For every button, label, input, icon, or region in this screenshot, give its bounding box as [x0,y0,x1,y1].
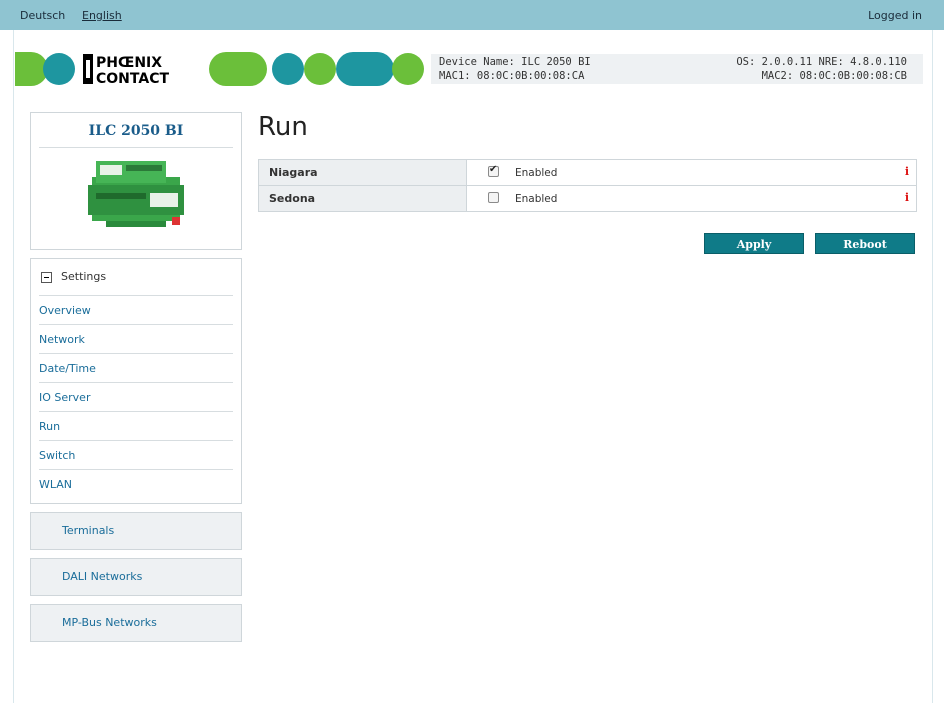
nav-item-datetime[interactable]: Date/Time [39,354,233,383]
device-info-panel: Device Name: ILC 2050 BI MAC1: 08:0C:0B:… [431,54,923,84]
niagara-enabled-checkbox[interactable] [488,164,499,177]
sedona-enabled-checkbox[interactable] [488,192,499,203]
dali-networks-button[interactable]: DALI Networks [30,558,242,596]
logo-text-line2: CONTACT [96,71,169,86]
device-title: ILC 2050 BI [88,123,184,139]
nav-item-overview[interactable]: Overview [39,296,233,325]
os-version: OS: 2.0.0.11 NRE: 4.8.0.110 [736,56,907,68]
language-english-link[interactable]: English [82,9,122,22]
nav-item-io-server[interactable]: IO Server [39,383,233,412]
service-name: Sedona [269,192,316,205]
reboot-button[interactable]: Reboot [815,233,915,254]
phoenix-contact-logo: PHŒNIX CONTACT [15,52,425,86]
table-row-niagara: Niagara Enabled i [259,160,916,186]
nav-item-switch[interactable]: Switch [39,441,233,470]
info-icon[interactable]: i [905,191,909,204]
divider [39,147,233,148]
terminals-button[interactable]: Terminals [30,512,242,550]
services-table: Niagara Enabled i Sedona Enabled i [258,159,917,212]
mac2: MAC2: 08:0C:0B:00:08:CB [761,70,907,82]
language-deutsch-link[interactable]: Deutsch [20,9,65,22]
enabled-label: Enabled [515,167,558,179]
device-name: Device Name: ILC 2050 BI [439,56,591,68]
logo-text-line1: PHŒNIX [96,55,162,71]
collapse-icon[interactable] [41,272,52,283]
enabled-label: Enabled [515,193,558,205]
settings-nav: Settings Overview Network Date/Time IO S… [30,258,242,504]
device-image [86,157,186,232]
nav-item-wlan[interactable]: WLAN [39,470,233,498]
service-name: Niagara [269,166,318,179]
login-status: Logged in [868,9,922,22]
apply-button[interactable]: Apply [704,233,804,254]
nav-item-network[interactable]: Network [39,325,233,354]
settings-header[interactable]: Settings [39,259,233,296]
page-title: Run [258,112,308,142]
settings-label: Settings [61,270,107,283]
info-icon[interactable]: i [905,165,909,178]
nav-item-run[interactable]: Run [39,412,233,441]
table-row-sedona: Sedona Enabled i [259,186,916,211]
mp-bus-networks-button[interactable]: MP-Bus Networks [30,604,242,642]
mac1: MAC1: 08:0C:0B:00:08:CA [439,70,585,82]
top-bar: Deutsch English Logged in [0,0,944,30]
device-card: ILC 2050 BI [30,112,242,250]
